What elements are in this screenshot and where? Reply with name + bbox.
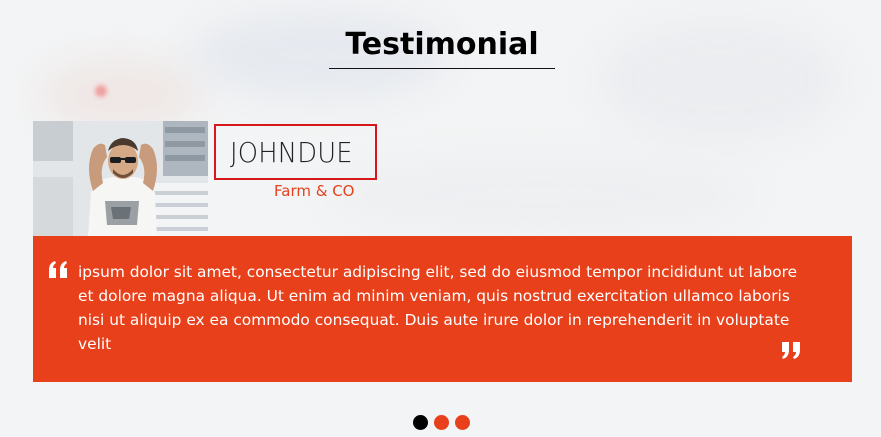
background-blur [600, 20, 840, 140]
carousel-dot-2[interactable] [434, 415, 449, 430]
carousel-pagination [413, 415, 470, 431]
quote-open-icon [49, 261, 67, 278]
background-blur [40, 60, 200, 130]
person-photo-illustration [33, 121, 208, 237]
quote-close-icon [782, 342, 800, 359]
testimonial-author-company: Farm & CO [274, 182, 355, 200]
testimonial-quote-text: ipsum dolor sit amet, consectetur adipis… [78, 263, 798, 353]
carousel-dot-1[interactable] [413, 415, 428, 430]
carousel-dot-3[interactable] [455, 415, 470, 430]
section-heading: Testimonial [329, 26, 555, 69]
testimonial-author-name: JOHNDUE [230, 136, 353, 169]
background-blur [330, 160, 750, 230]
testimonial-quote-box: ipsum dolor sit amet, consectetur adipis… [33, 236, 852, 382]
testimonial-avatar-photo [33, 121, 208, 237]
background-light-spot [95, 85, 107, 97]
testimonial-name-box: JOHNDUE [214, 124, 377, 180]
section-title: Testimonial [345, 27, 539, 62]
